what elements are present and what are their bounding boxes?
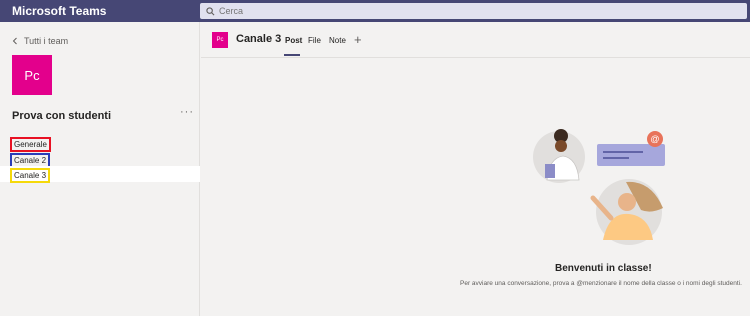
tab-note[interactable]: Note (329, 36, 346, 45)
tab-post[interactable]: Post (285, 36, 302, 45)
sidebar: Tutti i team Pc Prova con studenti ··· G… (0, 22, 200, 316)
team-name: Prova con studenti (12, 110, 112, 122)
welcome-description: Per avviare una conversazione, prova a @… (460, 280, 742, 287)
chevron-left-icon (12, 37, 17, 45)
app-title: Microsoft Teams (12, 4, 107, 18)
channel-canale-3[interactable]: Canale 3 (10, 168, 51, 183)
channel-generale[interactable]: Generale (10, 137, 51, 152)
channel-title: Canale 3 (236, 33, 282, 45)
team-avatar: Pc (12, 55, 52, 95)
search-input[interactable] (215, 6, 715, 16)
search-box[interactable] (200, 3, 747, 19)
welcome-title: Benvenuti in classe! (555, 263, 652, 274)
active-tab-indicator (284, 54, 300, 56)
svg-text:@: @ (650, 134, 659, 144)
channel-team-icon: Pc (212, 32, 228, 48)
add-tab-button[interactable]: + (354, 32, 362, 47)
back-link-label: Tutti i team (24, 36, 69, 46)
tab-file[interactable]: File (308, 36, 321, 45)
back-to-teams-link[interactable]: Tutti i team (12, 36, 68, 46)
search-icon (206, 6, 215, 15)
main-content: Pc Canale 3 Post File Note + @ Benvenuti… (201, 22, 750, 316)
team-more-options-button[interactable]: ··· (180, 106, 194, 118)
welcome-illustration: @ (533, 129, 665, 245)
channel-header: Pc Canale 3 Post File Note + (201, 22, 750, 58)
title-bar: Microsoft Teams (0, 0, 750, 22)
